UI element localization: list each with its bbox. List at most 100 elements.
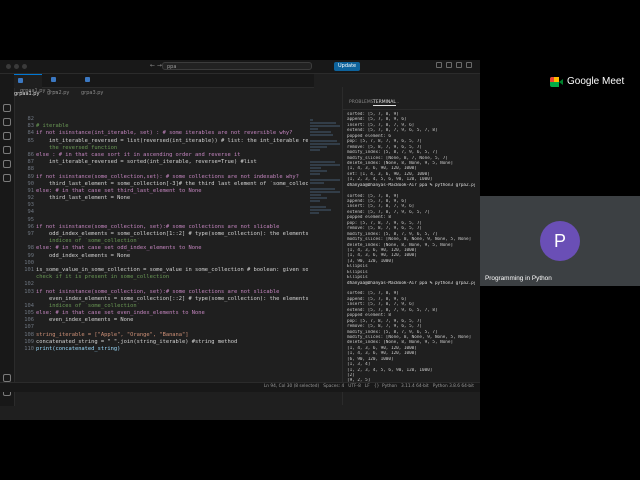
source-control-icon[interactable] <box>3 132 11 140</box>
line-number: 83 <box>27 123 35 130</box>
terminal-line: dhanyaa@Dhanyas-MacBook-Air ppa % python… <box>347 182 475 188</box>
code-line[interactable]: print(concatenated_string) <box>36 346 308 353</box>
panel-tabs: PROBLEMS TERMINAL ... <box>343 99 480 110</box>
code-line[interactable] <box>36 260 308 267</box>
minimap-line <box>310 212 319 214</box>
screen-share: ← → ppa Update grpaa1.py grpa2.py grpa3.… <box>0 60 480 420</box>
line-number: 97 <box>27 231 35 237</box>
code-line[interactable] <box>36 324 308 331</box>
code-line[interactable]: third_last_element = None <box>36 195 308 202</box>
extensions-icon[interactable] <box>3 160 11 168</box>
terminal-line: dhanyaa@Dhanyas-MacBook-Air ppa % python… <box>347 280 475 286</box>
code-line[interactable]: string_iterable = ["Apple", "Orange", "B… <box>36 332 308 339</box>
remote-icon[interactable] <box>3 174 11 182</box>
code-line[interactable]: if not isinstance(some_collection,set): … <box>36 174 308 181</box>
tab-terminal[interactable]: TERMINAL <box>373 100 396 106</box>
tab-grpa3[interactable]: grpa3.py <box>81 74 111 96</box>
code-line[interactable]: else: # in that case set odd_index_eleme… <box>36 245 308 252</box>
code-line[interactable]: odd_index_elements = None <box>36 253 308 260</box>
code-line[interactable]: the reversed function <box>36 145 308 152</box>
explorer-icon[interactable] <box>3 104 11 112</box>
minimap-line <box>310 128 318 130</box>
code-line[interactable]: odd_index_elements = some_collection[1::… <box>36 231 308 238</box>
minimap-line <box>310 125 340 127</box>
code-line[interactable]: indices of `some_collection` <box>36 238 308 245</box>
code-line[interactable] <box>36 217 308 224</box>
code-line[interactable]: int_iterable_reversed = sorted(int_itera… <box>36 159 308 166</box>
minimap-line <box>310 209 331 211</box>
line-number <box>14 274 34 281</box>
code-line[interactable]: else: # in that case set even_index_elem… <box>36 310 308 317</box>
code-line[interactable]: is_some_value_in_some_collection = some_… <box>36 267 308 274</box>
code-line[interactable] <box>36 209 308 216</box>
participant-name: Programming in Python <box>485 275 552 282</box>
command-center-search[interactable]: ppa <box>162 62 312 70</box>
pane-divider[interactable] <box>342 87 343 405</box>
line-number: 89 <box>27 173 35 180</box>
minimap-line <box>310 206 326 208</box>
minimap-line <box>310 194 321 196</box>
tab-more[interactable]: ... <box>395 100 399 105</box>
title-bar: ← → ppa Update <box>0 60 480 74</box>
minimap-line <box>310 146 327 148</box>
code-line[interactable] <box>36 202 308 209</box>
line-number: 98 <box>27 245 35 252</box>
code-line[interactable]: int_iterable_reversed = list(reversed(in… <box>36 138 308 145</box>
code-line[interactable]: third_last_element = some_collection[-3]… <box>36 181 308 188</box>
minimap-line <box>310 188 335 190</box>
terminal-output[interactable]: sorted: [5, 7, 8, 9] append: [5, 7, 8, 9,… <box>347 112 475 389</box>
minimap-line <box>310 122 336 124</box>
code-editor[interactable]: # iterable if not isinstance(int_iterable… <box>36 116 308 353</box>
tab-grpa2[interactable]: grpa2.py <box>47 74 77 96</box>
code-line[interactable]: even_index_elements = some_collection[::… <box>36 296 308 303</box>
tab-grpaa1[interactable]: grpaa1.py <box>14 74 42 97</box>
window-controls[interactable] <box>6 64 27 69</box>
update-button[interactable]: Update <box>334 62 361 71</box>
minimap-line <box>310 164 340 166</box>
status-items[interactable]: Ln 94, Col 30 (8 selected) Spaces: 4 UTF… <box>264 384 474 389</box>
code-line[interactable]: check if it is present in some_collectio… <box>36 274 308 281</box>
nav-arrows[interactable]: ← → <box>150 62 162 69</box>
google-meet-logo: Google Meet <box>550 76 624 87</box>
python-file-icon <box>51 77 56 82</box>
code-line[interactable]: if not isinstance(some_collection, set):… <box>36 224 308 231</box>
line-number: 109 <box>24 338 34 345</box>
line-number: 110 <box>24 346 34 352</box>
terminal-line: modify_slices: [None, 8, None, 9, None, … <box>347 237 472 243</box>
code-line[interactable]: else: # in that case set third_last_elem… <box>36 188 308 195</box>
minimap-line <box>310 131 331 133</box>
code-line[interactable]: concatenated_string = " ".join(string_it… <box>36 339 308 346</box>
minimap-line <box>310 167 321 169</box>
line-number: 104 <box>24 302 34 309</box>
line-number: 95 <box>27 216 35 223</box>
avatar: P <box>540 221 580 261</box>
line-number: 100 <box>24 259 34 266</box>
code-line[interactable]: if not isinstance(int_iterable, set) : #… <box>36 130 308 137</box>
line-number: 107 <box>24 324 34 331</box>
minimap-line <box>310 197 327 199</box>
layout-icons[interactable] <box>436 62 472 68</box>
search-icon[interactable] <box>3 118 11 126</box>
code-line[interactable]: indices of `some_collection` <box>36 303 308 310</box>
code-line[interactable]: # iterable <box>36 123 308 130</box>
line-number: 93 <box>27 202 35 209</box>
code-line[interactable]: else : # in that case sort it in ascendi… <box>36 152 308 159</box>
code-line[interactable] <box>36 116 308 123</box>
code-line[interactable] <box>36 166 308 173</box>
line-number: 108 <box>24 331 34 338</box>
line-number: 94 <box>27 209 35 216</box>
status-bar: Ln 94, Col 30 (8 selected) Spaces: 4 UTF… <box>0 382 480 392</box>
code-line[interactable] <box>36 281 308 288</box>
breadcrumb[interactable]: grpaa1.py > ... <box>20 88 58 94</box>
account-icon[interactable] <box>3 374 11 382</box>
line-number-gutter: 82 83 84 85 86 87 88 89 90 91 92 93 94 95 96 97 98 99 100 1… <box>14 116 34 353</box>
python-file-icon <box>18 78 23 83</box>
minimap-line <box>310 140 337 142</box>
code-line[interactable]: even_index_elements = None <box>36 317 308 324</box>
tab-problems[interactable]: PROBLEMS <box>349 100 374 105</box>
code-line[interactable]: if not isinstance(some_collection, set):… <box>36 289 308 296</box>
line-number: 101 <box>24 266 34 273</box>
editor-tabs: grpaa1.py grpa2.py grpa3.py <box>14 74 314 97</box>
minimap[interactable] <box>310 116 340 214</box>
run-debug-icon[interactable] <box>3 146 11 154</box>
